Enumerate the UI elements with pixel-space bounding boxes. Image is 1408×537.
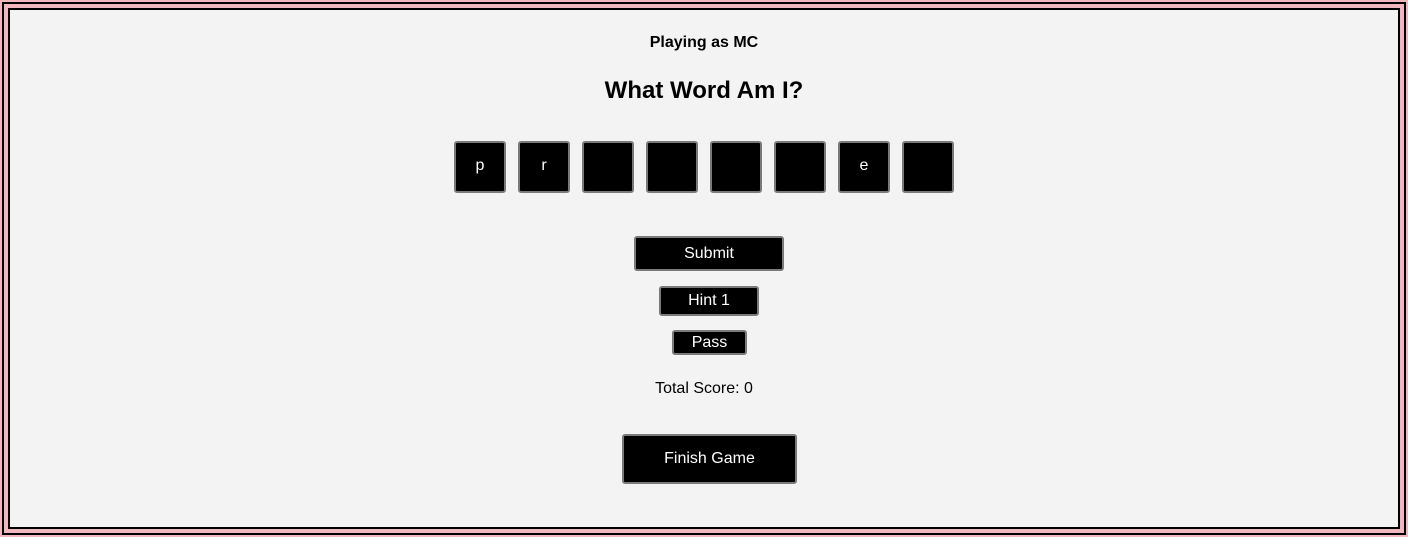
letter-tile-8[interactable] — [902, 141, 954, 193]
letter-tile-5[interactable] — [710, 141, 762, 193]
game-panel: Playing as MC What Word Am I? p r e Subm… — [8, 8, 1400, 529]
letter-tile-7[interactable]: e — [838, 141, 890, 193]
app-frame: Playing as MC What Word Am I? p r e Subm… — [2, 2, 1406, 535]
letter-tile-6[interactable] — [774, 141, 826, 193]
submit-button[interactable]: Submit — [634, 236, 784, 271]
pass-button[interactable]: Pass — [672, 330, 747, 355]
letter-tile-3[interactable] — [582, 141, 634, 193]
total-score: Total Score: 0 — [655, 380, 753, 397]
letter-tile-2[interactable]: r — [518, 141, 570, 193]
player-label: Playing as MC — [649, 34, 759, 51]
letter-tiles: p r e — [10, 141, 1398, 193]
finish-game-button[interactable]: Finish Game — [622, 434, 797, 484]
hint-button[interactable]: Hint 1 — [659, 286, 759, 316]
letter-tile-4[interactable] — [646, 141, 698, 193]
letter-tile-1[interactable]: p — [454, 141, 506, 193]
game-title: What Word Am I? — [604, 77, 804, 104]
